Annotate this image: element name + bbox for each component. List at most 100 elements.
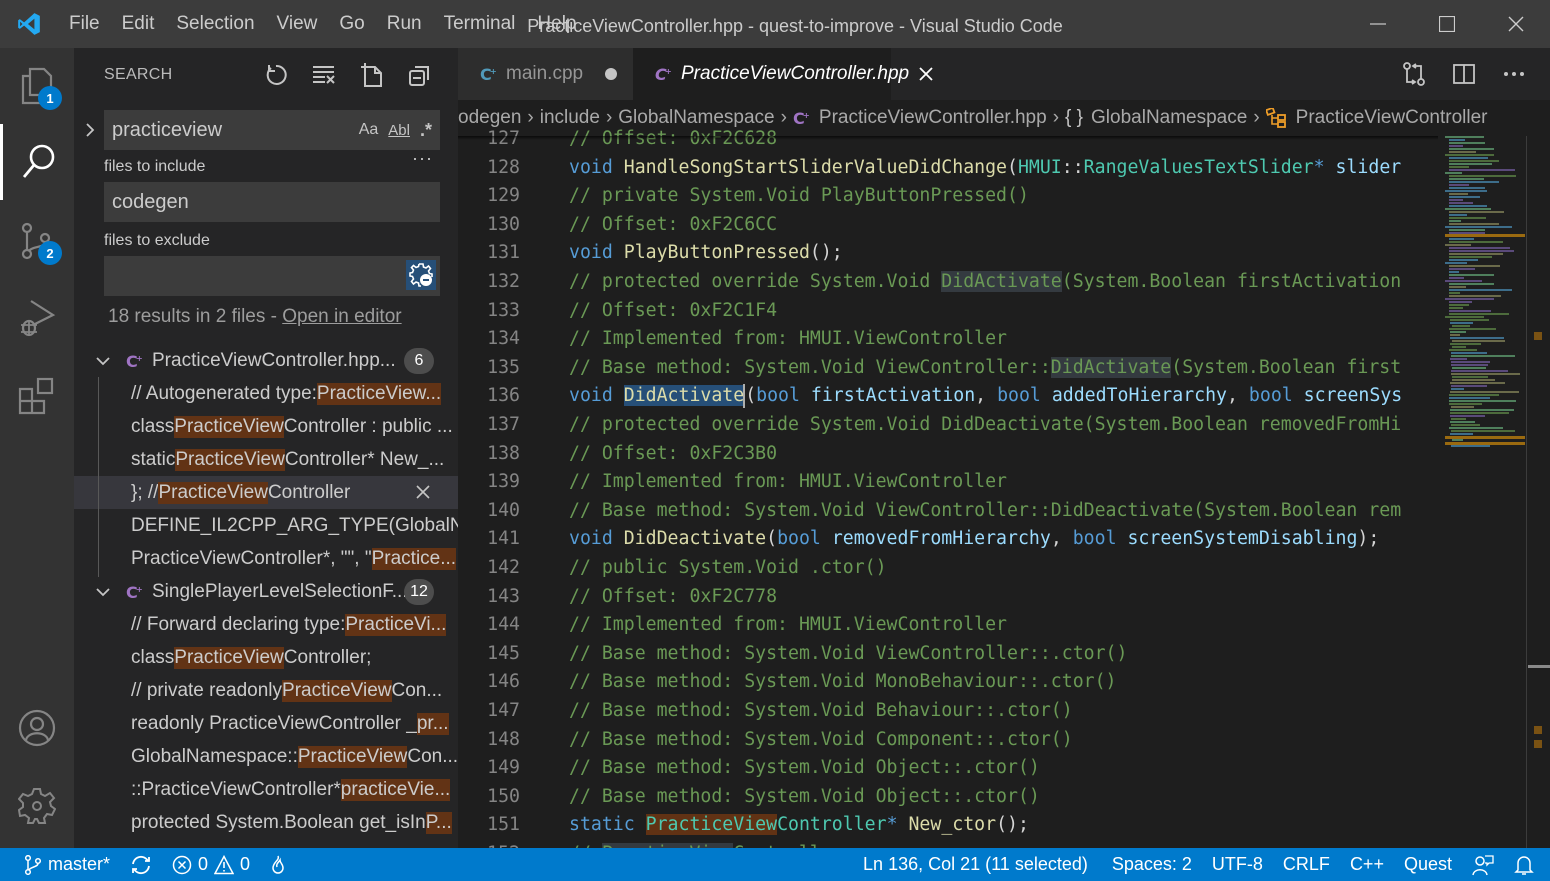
activity-accounts[interactable] [0,690,74,766]
menu-file[interactable]: File [58,0,111,48]
activity-extensions[interactable] [0,358,74,434]
code-editor[interactable]: 127// Offset: 0xF2C628128void HandleSong… [458,125,1438,848]
encoding-status[interactable]: UTF-8 [1202,848,1273,881]
activity-source-control[interactable]: 2 [0,203,74,279]
vertical-scrollbar[interactable] [1526,136,1550,848]
activity-search[interactable] [0,124,74,200]
code-token: New_ctor [908,814,997,836]
match-case-toggle[interactable]: Aa [359,116,379,144]
activity-run-debug[interactable] [0,280,74,356]
search-result-match[interactable]: readonly PracticeViewController _ pr... [74,707,458,740]
search-result-match[interactable]: // Autogenerated type: PracticeView... [74,377,458,410]
minimap-line [1452,340,1505,342]
menu-help[interactable]: Help [526,0,587,48]
search-result-match[interactable]: class PracticeView Controller : public ..… [74,410,458,443]
search-result-file[interactable]: C + PracticeViewController.hpp... 6 [74,344,458,377]
match-highlight: PracticeView [158,481,268,504]
use-regex-toggle[interactable]: .* [420,116,432,144]
search-result-match[interactable]: }; // PracticeView Controller [74,476,458,509]
eol-status[interactable]: CRLF [1273,848,1340,881]
minimize-icon [1369,23,1386,25]
tab-main-cpp[interactable]: C + main.cpp [458,48,633,100]
close-icon [919,67,933,81]
search-result-match[interactable]: ::PracticeViewController* practiceVie... [74,773,458,806]
minimap-line [1452,325,1470,327]
problems-status[interactable]: 0 0 [162,848,260,881]
minimize-button[interactable] [1343,0,1412,48]
menu-go[interactable]: Go [328,0,375,48]
search-query: practiceview [112,118,223,141]
toggle-replace-button[interactable] [80,116,100,144]
minimap-line [1445,262,1467,264]
line-source: // public System.Void .ctor() [569,554,887,583]
minimap-line [1449,295,1501,297]
chevron-down-icon[interactable] [94,587,112,597]
search-result-match[interactable]: PracticeViewController*, "", " Practice..… [74,542,458,575]
files-to-include-input[interactable]: codegen [104,182,440,222]
line-source: // Base method: System.Void ViewControll… [569,497,1401,526]
menu-edit[interactable]: Edit [111,0,166,48]
close-tab-button[interactable] [919,67,933,81]
minimap-line [1450,337,1504,339]
menu-selection[interactable]: Selection [165,0,265,48]
activity-manage[interactable] [0,768,74,844]
tab-practiceviewcontroller-hpp[interactable]: C + PracticeViewController.hpp [633,48,933,100]
more-actions-button[interactable] [1496,58,1532,90]
chevron-down-icon[interactable] [94,356,112,366]
svg-text:+: + [136,354,143,363]
minimap-line [1449,349,1477,351]
feedback-button[interactable] [1462,848,1504,881]
minimap-line [1449,175,1516,177]
cursor-position[interactable]: Ln 136, Col 21 (11 selected) [853,848,1098,881]
sync-status[interactable] [120,848,162,881]
menu-view[interactable]: View [266,0,329,48]
toggle-search-details-button[interactable]: ··· [412,148,433,169]
open-in-editor-link[interactable]: Open in editor [282,306,401,327]
refresh-button[interactable] [258,60,294,90]
search-result-match[interactable]: GlobalNamespace:: PracticeView Con... [74,740,458,773]
match-whole-word-toggle[interactable]: Abl [388,116,410,144]
language-mode[interactable]: C++ [1340,848,1394,881]
code-token: void [569,156,624,178]
collapse-all-button[interactable] [402,60,438,90]
unsaved-dot-icon[interactable] [605,68,618,80]
new-search-editor-button[interactable] [354,60,390,90]
indentation-status[interactable]: Spaces: 2 [1102,848,1202,881]
line-number: 139 [487,471,520,493]
minimap[interactable] [1445,136,1527,848]
minimap-line [1449,184,1469,186]
activity-explorer[interactable]: 1 [0,48,74,124]
split-editor-button[interactable] [1446,58,1482,90]
cpp-header-icon: C + [655,65,673,83]
search-result-match[interactable]: class PracticeView Controller; [74,641,458,674]
search-result-match[interactable]: DEFINE_IL2CPP_ARG_TYPE(GlobalNa... [74,509,458,542]
search-result-match[interactable]: // Forward declaring type: PracticeVi... [74,608,458,641]
notifications-button[interactable] [1504,848,1544,881]
minimap-line [1449,142,1485,144]
git-branch-status[interactable]: master* [0,848,120,881]
feedback-icon [1472,854,1494,875]
dismiss-match-button[interactable] [412,481,434,503]
flame-status[interactable] [260,848,296,881]
use-exclude-settings-toggle[interactable] [406,260,436,290]
line-source: // protected override System.Void DidAct… [569,268,1401,297]
maximize-button[interactable] [1412,0,1481,48]
scroll-shadow [458,136,1438,140]
match-text-before: readonly PracticeViewController _ [131,712,417,734]
configuration-status[interactable]: Quest [1394,848,1462,881]
code-token: firstActivation [810,385,976,407]
open-changes-button[interactable] [1396,58,1432,90]
menu-run[interactable]: Run [376,0,433,48]
close-window-button[interactable] [1481,0,1550,48]
search-input[interactable]: practiceview Aa Abl .* [104,110,440,150]
files-to-exclude-input[interactable] [104,256,440,296]
search-result-file[interactable]: C + SinglePlayerLevelSelectionF... 12 [74,575,458,608]
clear-results-button[interactable] [306,60,342,90]
minimap-line [1449,178,1484,180]
search-result-match[interactable]: static PracticeView Controller* New_... [74,443,458,476]
match-highlight: PracticeView [282,679,392,702]
search-result-match[interactable]: // private readonly PracticeView Con... [74,674,458,707]
search-result-match[interactable]: protected System.Boolean get_isIn P... [74,806,458,839]
menu-terminal[interactable]: Terminal [433,0,527,48]
minimap-line [1451,385,1487,387]
